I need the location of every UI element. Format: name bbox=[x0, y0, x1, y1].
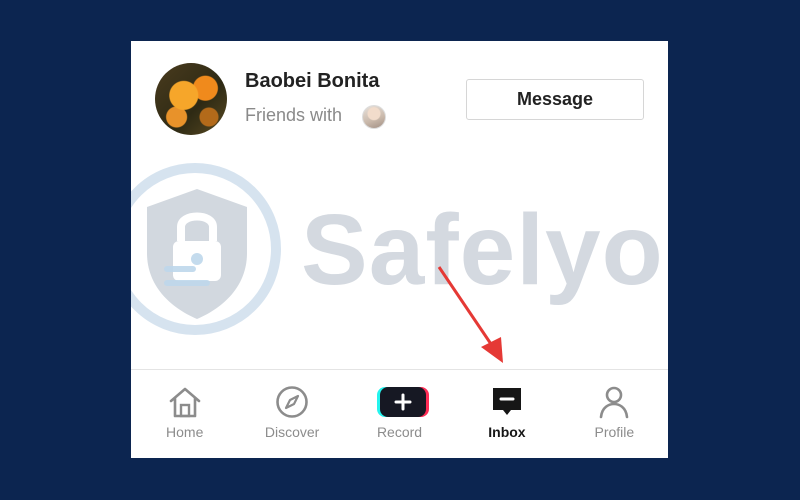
nav-item-profile[interactable]: Profile bbox=[561, 370, 668, 458]
home-icon bbox=[167, 385, 203, 419]
nav-label-home: Home bbox=[166, 424, 204, 440]
friends-with-label: Friends with bbox=[245, 105, 343, 125]
nav-label-inbox: Inbox bbox=[488, 424, 526, 440]
user-avatar[interactable] bbox=[155, 63, 227, 135]
message-button[interactable]: Message bbox=[466, 79, 644, 120]
user-name[interactable]: Baobei Bonita bbox=[245, 70, 379, 93]
record-button[interactable] bbox=[376, 387, 429, 417]
plus-icon bbox=[379, 387, 426, 417]
compass-icon bbox=[275, 385, 309, 419]
nav-item-record[interactable]: Record bbox=[346, 370, 453, 458]
inbox-icon bbox=[490, 385, 524, 419]
nav-label-record: Record bbox=[376, 424, 423, 440]
nav-label-discover: Discover bbox=[264, 424, 320, 440]
nav-label-profile: Profile bbox=[594, 424, 635, 440]
record-button-wrap bbox=[376, 385, 429, 419]
watermark-shield-logo bbox=[131, 163, 281, 335]
mutual-friend-avatar[interactable] bbox=[362, 105, 386, 129]
red-arrow-annotation bbox=[437, 266, 503, 363]
nav-item-inbox[interactable]: Inbox bbox=[453, 370, 560, 458]
bottom-navigation: Home Discover Record Inbox Profile bbox=[131, 369, 668, 458]
person-icon bbox=[597, 385, 631, 419]
nav-item-home[interactable]: Home bbox=[131, 370, 238, 458]
nav-item-discover[interactable]: Discover bbox=[238, 370, 345, 458]
app-screen: Baobei Bonita Friends with Message Safel… bbox=[131, 41, 668, 458]
